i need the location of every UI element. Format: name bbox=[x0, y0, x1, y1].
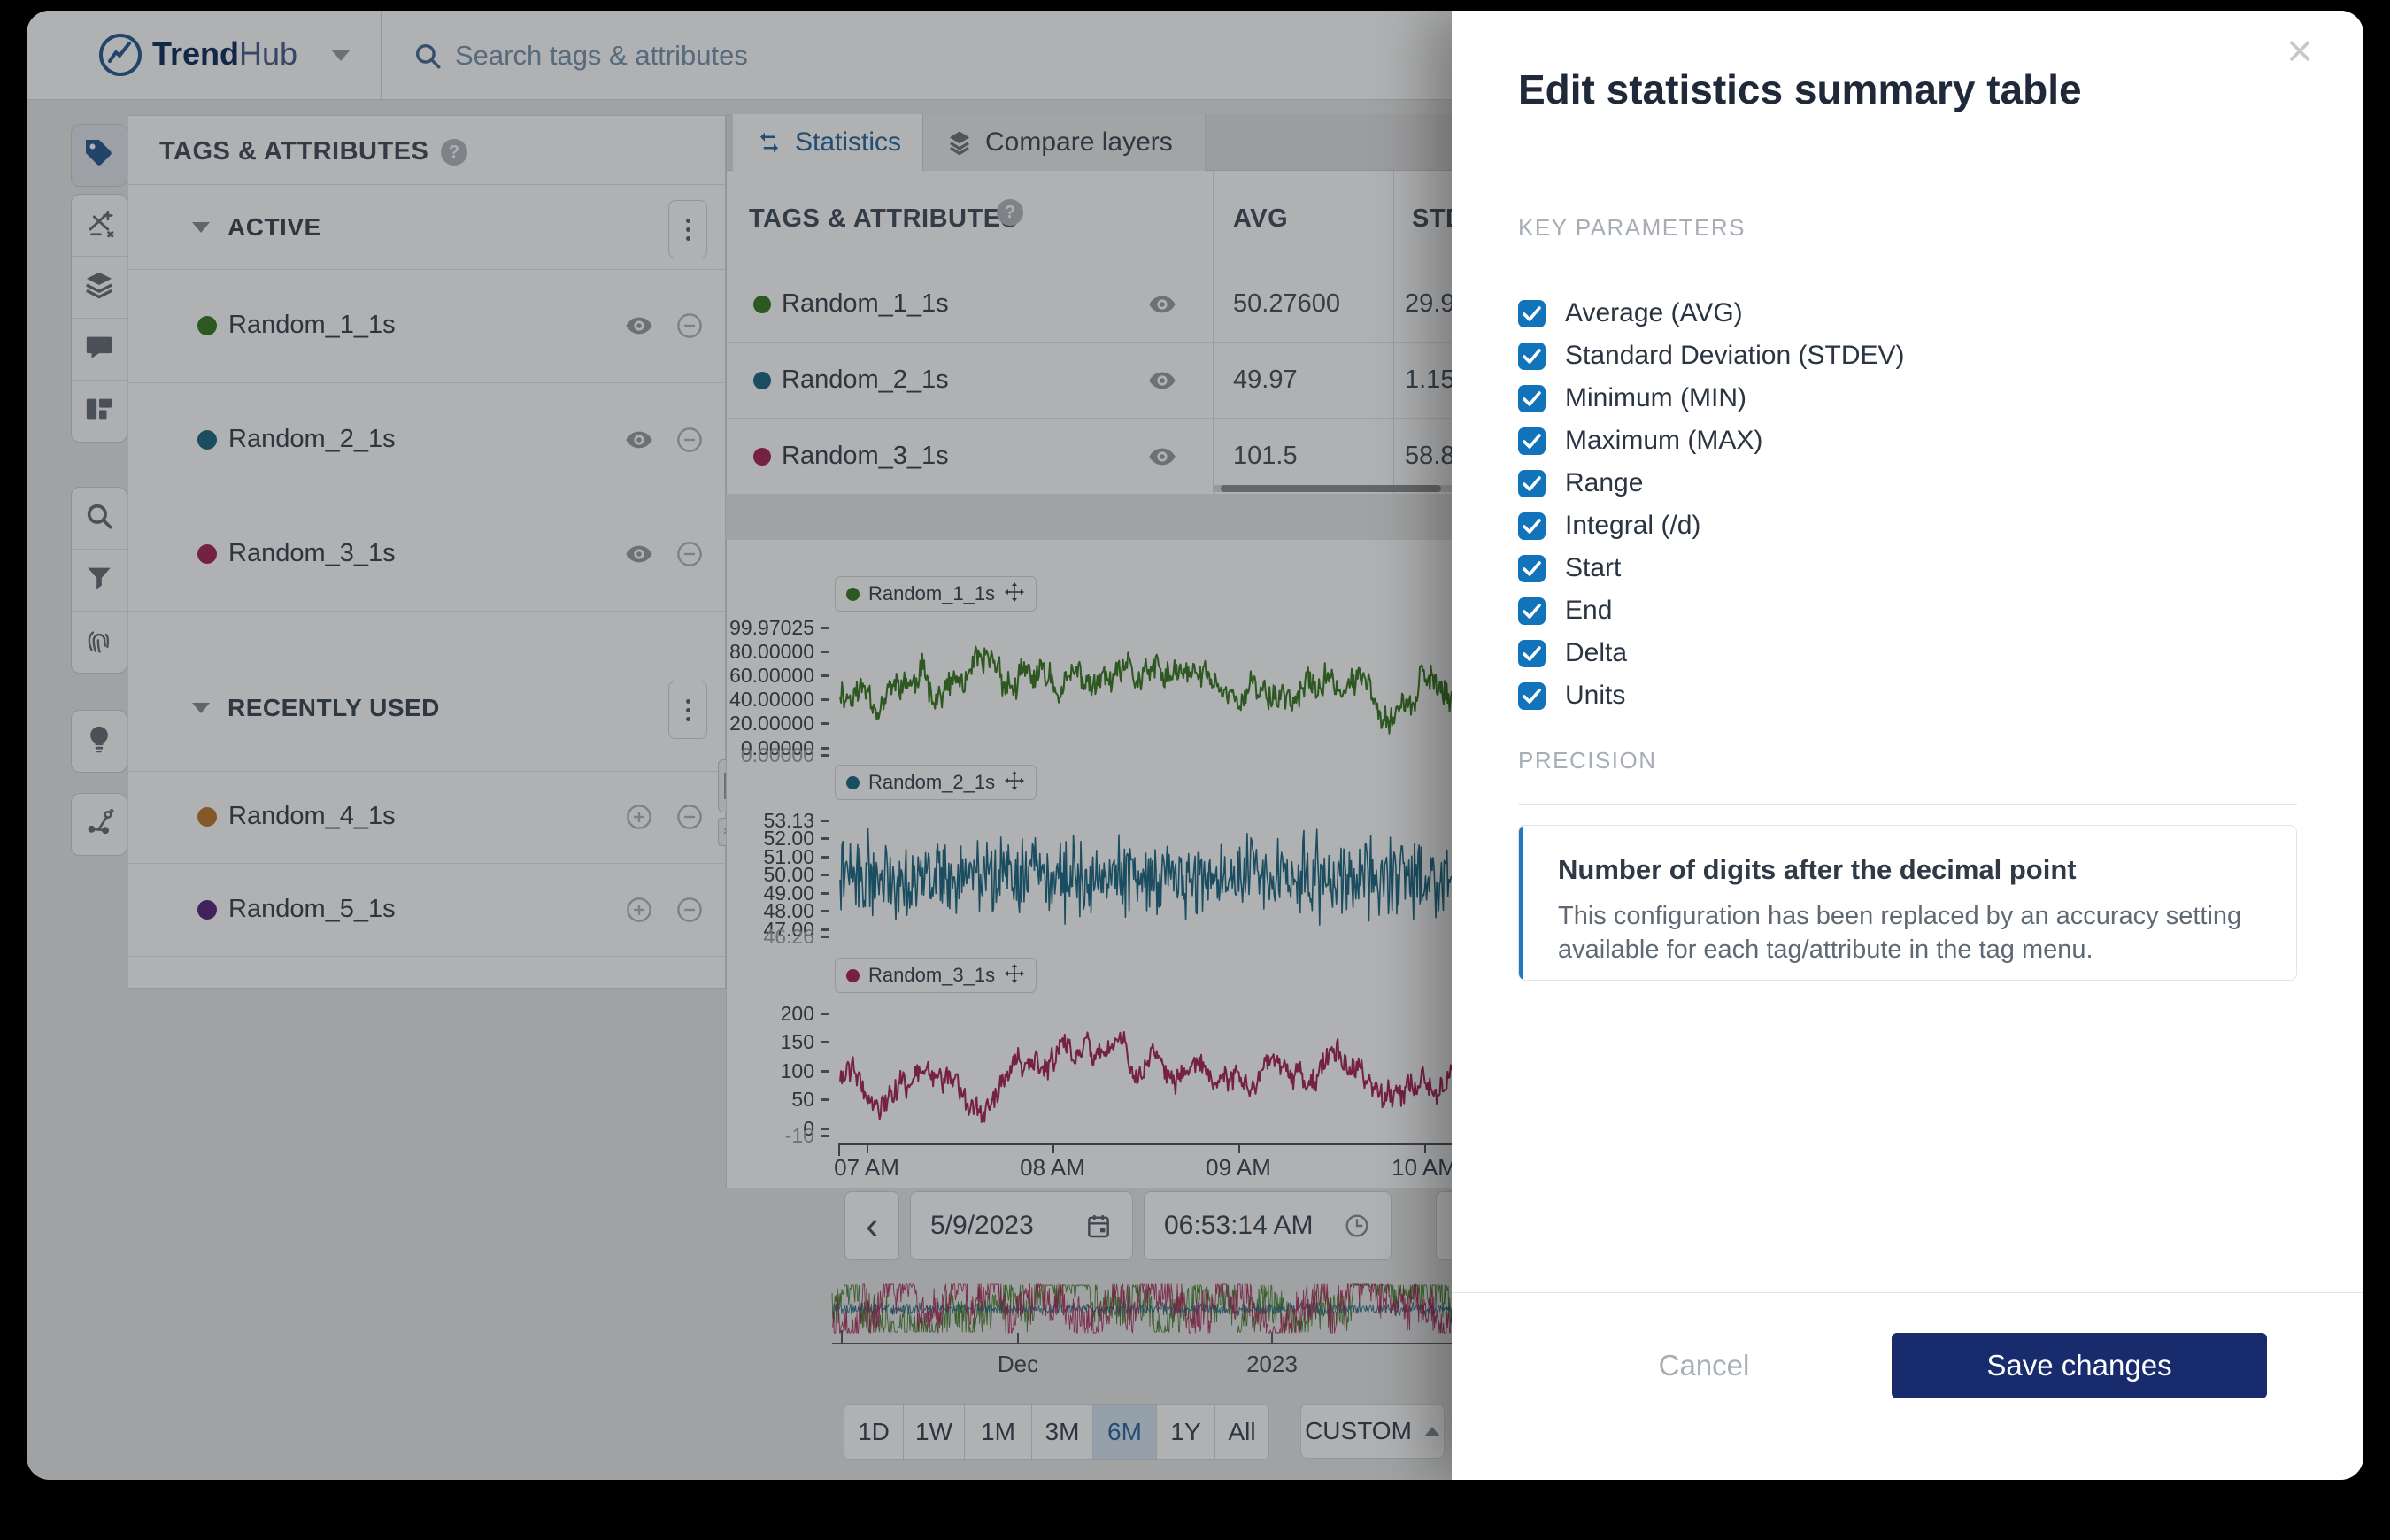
divider bbox=[1518, 804, 2297, 805]
checkbox-checked-icon[interactable] bbox=[1518, 300, 1546, 327]
note-title: Number of digits after the decimal point bbox=[1558, 854, 2077, 886]
checkbox-checked-icon[interactable] bbox=[1518, 470, 1546, 497]
modal-title: Edit statistics summary table bbox=[1518, 65, 2082, 113]
checkbox-checked-icon[interactable] bbox=[1518, 597, 1546, 625]
parameter-option: Maximum (MAX) bbox=[1518, 420, 2297, 462]
parameter-option: Start bbox=[1518, 547, 2297, 589]
checkbox-checked-icon[interactable] bbox=[1518, 640, 1546, 667]
checkbox-checked-icon[interactable] bbox=[1518, 682, 1546, 710]
parameter-label: Standard Deviation (STDEV) bbox=[1565, 341, 1905, 371]
edit-statistics-modal: Edit statistics summary table KEY PARAME… bbox=[1452, 11, 2363, 1480]
checkbox-checked-icon[interactable] bbox=[1518, 343, 1546, 370]
parameter-label: Integral (/d) bbox=[1565, 511, 1700, 541]
app-window: TrendHub TAGS & ATTRIBUTES ACTIVE Random… bbox=[27, 11, 2363, 1480]
parameter-option: Minimum (MIN) bbox=[1518, 377, 2297, 420]
parameter-label: Maximum (MAX) bbox=[1565, 426, 1762, 456]
close-icon[interactable] bbox=[2275, 27, 2324, 76]
parameter-option: Integral (/d) bbox=[1518, 504, 2297, 547]
parameter-option: Delta bbox=[1518, 632, 2297, 674]
footer-divider bbox=[1452, 1292, 2363, 1293]
parameter-label: Minimum (MIN) bbox=[1565, 383, 1746, 413]
checkbox-checked-icon[interactable] bbox=[1518, 555, 1546, 582]
parameter-label: Start bbox=[1565, 553, 1621, 583]
precision-note-card: Number of digits after the decimal point… bbox=[1518, 825, 2297, 981]
parameter-option: Average (AVG) bbox=[1518, 292, 2297, 335]
note-accent-bar bbox=[1519, 826, 1523, 981]
parameter-label: Units bbox=[1565, 681, 1625, 711]
precision-heading: PRECISION bbox=[1518, 747, 1657, 774]
parameter-option: Units bbox=[1518, 674, 2297, 717]
parameter-option: End bbox=[1518, 589, 2297, 632]
note-body-line: This configuration has been replaced by … bbox=[1558, 902, 2241, 931]
key-parameters-heading: KEY PARAMETERS bbox=[1518, 214, 1746, 242]
parameter-option: Range bbox=[1518, 462, 2297, 504]
checkbox-checked-icon[interactable] bbox=[1518, 385, 1546, 412]
parameter-label: Average (AVG) bbox=[1565, 298, 1743, 328]
checkbox-checked-icon[interactable] bbox=[1518, 512, 1546, 540]
save-changes-button[interactable]: Save changes bbox=[1892, 1333, 2267, 1398]
parameter-option: Standard Deviation (STDEV) bbox=[1518, 335, 2297, 377]
parameter-label: End bbox=[1565, 596, 1612, 626]
checkbox-checked-icon[interactable] bbox=[1518, 427, 1546, 455]
note-body-line: available for each tag/attribute in the … bbox=[1558, 936, 2093, 965]
cancel-button[interactable]: Cancel bbox=[1615, 1333, 1792, 1398]
parameter-label: Range bbox=[1565, 468, 1643, 498]
parameter-label: Delta bbox=[1565, 638, 1627, 668]
